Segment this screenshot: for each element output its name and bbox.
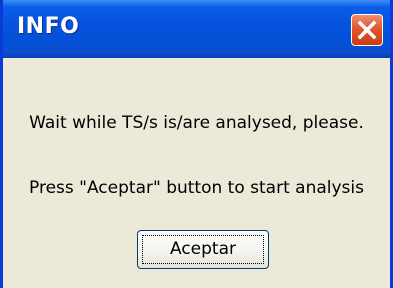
dialog-title: INFO bbox=[17, 14, 80, 39]
aceptar-button[interactable]: Aceptar bbox=[137, 230, 269, 269]
title-bar[interactable]: INFO bbox=[3, 0, 390, 58]
message-wait: Wait while TS/s is/are analysed, please. bbox=[29, 113, 364, 133]
info-dialog: INFO Wait while TS/s is/are analysed, pl… bbox=[0, 0, 393, 288]
aceptar-button-label: Aceptar bbox=[170, 239, 236, 259]
close-button[interactable] bbox=[351, 14, 383, 46]
close-icon bbox=[357, 20, 377, 40]
message-instruction: Press "Aceptar" button to start analysis bbox=[29, 178, 364, 198]
